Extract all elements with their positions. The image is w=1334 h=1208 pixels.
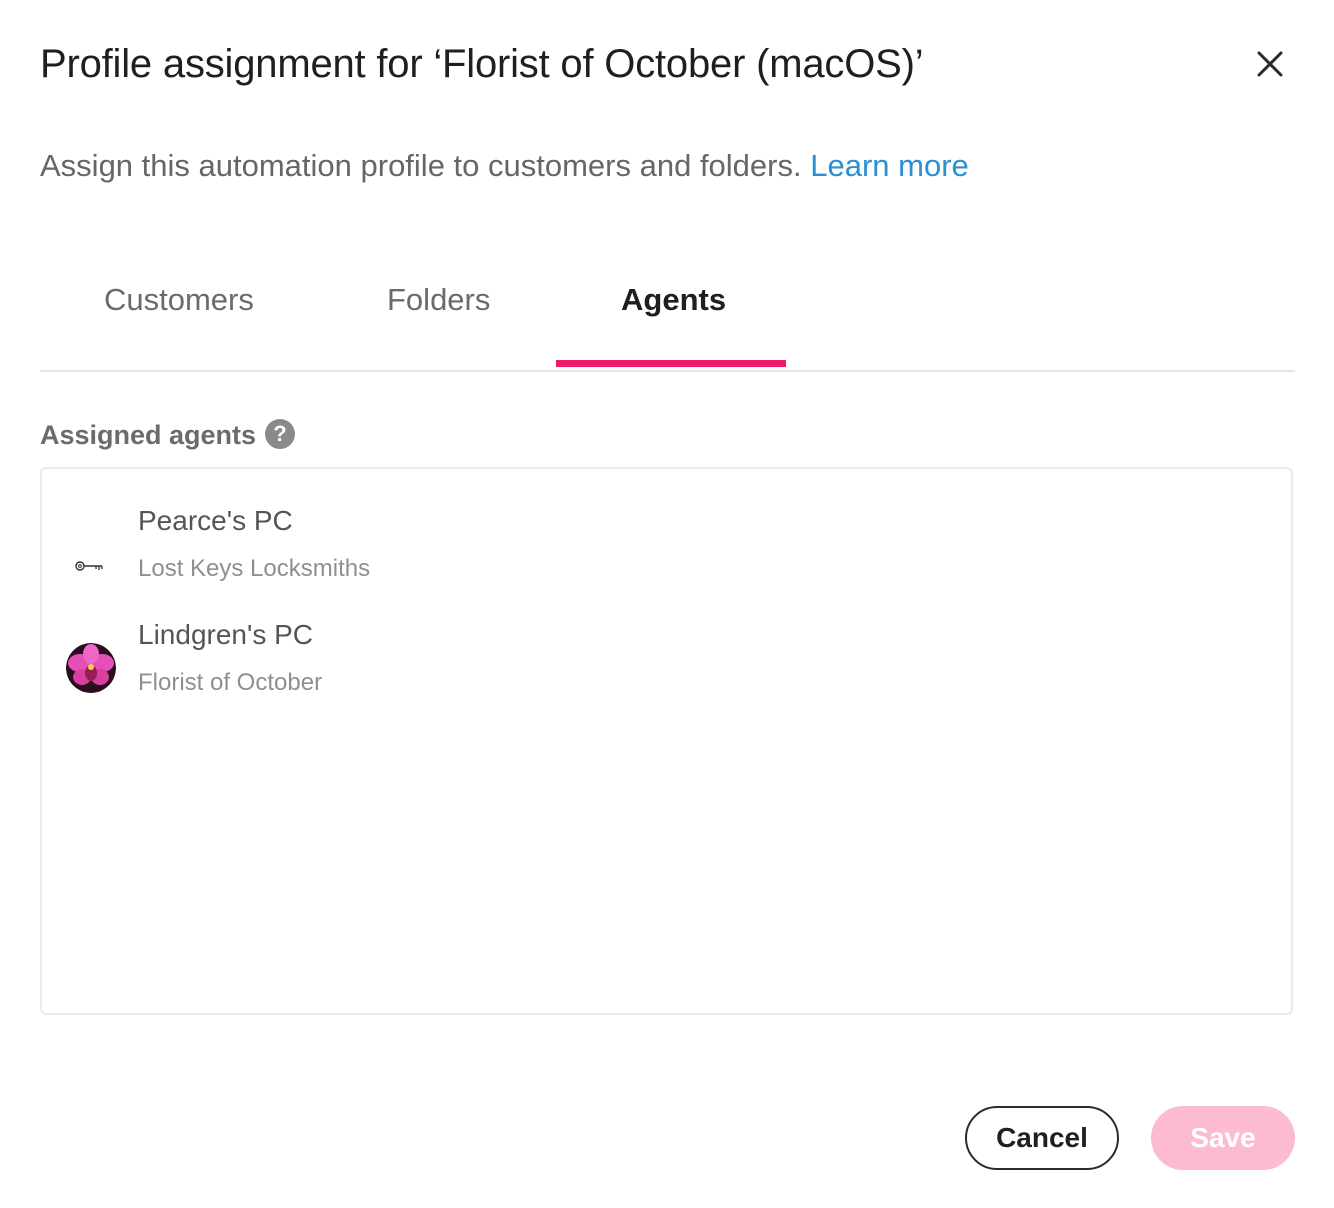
active-tab-indicator — [556, 360, 786, 367]
tab-bar: Customers Folders Agents — [40, 250, 1295, 372]
help-icon[interactable]: ? — [265, 419, 295, 449]
agent-item[interactable]: Lindgren's PC Florist of October — [42, 619, 1291, 719]
learn-more-link[interactable]: Learn more — [810, 148, 969, 183]
agent-item[interactable]: Pearce's PC Lost Keys Locksmiths — [42, 505, 1291, 605]
save-button[interactable]: Save — [1151, 1106, 1295, 1170]
agent-name: Pearce's PC — [138, 505, 293, 536]
agent-name: Lindgren's PC — [138, 619, 313, 650]
assigned-agents-list: Pearce's PC Lost Keys Locksmiths Lindgre… — [40, 467, 1293, 1015]
orchid-avatar — [66, 643, 116, 693]
cancel-button[interactable]: Cancel — [965, 1106, 1119, 1170]
dialog-subtitle: Assign this automation profile to custom… — [40, 148, 969, 184]
assigned-agents-label: Assigned agents — [40, 420, 257, 450]
agent-customer: Florist of October — [138, 669, 323, 696]
key-icon — [66, 529, 116, 579]
dialog-title: Profile assignment for ‘Florist of Octob… — [40, 42, 924, 86]
close-icon[interactable] — [1250, 44, 1290, 84]
tab-agents[interactable]: Agents — [621, 282, 726, 318]
profile-assignment-dialog: Profile assignment for ‘Florist of Octob… — [0, 0, 1334, 1208]
subtitle-text: Assign this automation profile to custom… — [40, 148, 802, 183]
tab-folders[interactable]: Folders — [387, 282, 490, 318]
tab-customers[interactable]: Customers — [104, 282, 254, 318]
agent-customer: Lost Keys Locksmiths — [138, 555, 371, 582]
